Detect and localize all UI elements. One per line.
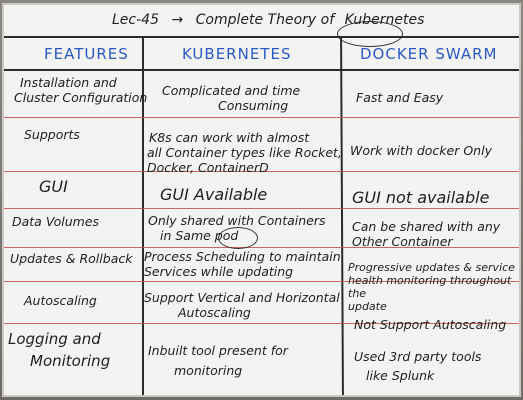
row6-kubernetes: Support Vertical and Horizontal Autoscal… (144, 290, 340, 320)
row3-k8s-line1: GUI Available (160, 185, 268, 204)
row7-feature-line2: Monitoring (30, 352, 111, 370)
row-separator (4, 117, 519, 119)
row5-swarm-line1: Progressive updates & service (348, 261, 515, 274)
row7-k8s-line1: Inbuilt tool present for (148, 343, 288, 358)
row5-feature-line1: Updates & Rollback (10, 251, 133, 266)
row3-swarm-line1: GUI not available (352, 188, 490, 207)
row5-k8s-line1: Process Scheduling to maintain (144, 249, 341, 264)
row2-k8s-line2: all Container types like Rocket, (147, 145, 342, 160)
row6-k8s-line1: Support Vertical and Horizontal (144, 290, 340, 305)
row7-k8s-line2: monitoring (174, 363, 243, 378)
header-bottom-line (4, 69, 519, 71)
row5-swarm-line3: update (348, 300, 387, 313)
row1-k8s-line2: Consuming (218, 98, 289, 113)
row7-swarm-line1: Used 3rd party tools (354, 349, 482, 364)
row3-feature: GUI (39, 177, 68, 196)
row4-swarm: Can be shared with any Other Container (352, 219, 500, 249)
row1-feature-line2: Cluster Configuration (14, 90, 148, 105)
row3-swarm: GUI not available (352, 188, 490, 207)
row5-swarm: Progressive updates & service health mon… (348, 261, 519, 313)
row3-kubernetes: GUI Available (160, 185, 268, 204)
title-text: Complete Theory of (195, 12, 335, 28)
header-docker-swarm: DOCKER SWARM (360, 45, 498, 63)
row5-swarm-line2: health monitoring throughout the (348, 274, 512, 300)
title-arrow: → (171, 12, 184, 28)
row4-swarm-line1: Can be shared with any (352, 219, 501, 234)
row7-feature-line1: Logging and (8, 330, 101, 348)
row5-feature: Updates & Rollback (10, 251, 132, 266)
row1-k8s-line1: Complicated and time (162, 83, 301, 98)
row7-feature: Logging and Monitoring (8, 328, 110, 372)
kubernetes-circle-mark (337, 21, 403, 47)
row6-feature-line1: Autoscaling (24, 293, 97, 308)
row3-feature-line1: GUI (39, 177, 68, 196)
row2-feature-line1: Supports (24, 127, 80, 142)
row6-swarm: Not Support Autoscaling (354, 317, 506, 332)
title-lecture: Lec-45 (112, 12, 159, 28)
row5-kubernetes: Process Scheduling to maintain Services … (144, 249, 341, 279)
row4-swarm-line2: Other Container (352, 234, 453, 249)
row1-kubernetes: Complicated and time Consuming (162, 83, 300, 113)
header-features: FEATURES (44, 45, 129, 63)
row2-kubernetes: K8s can work with almost all Container t… (147, 130, 342, 175)
row7-swarm-line2: like Splunk (366, 368, 435, 383)
row2-swarm: Work with docker Only (350, 143, 492, 158)
row7-kubernetes: Inbuilt tool present for monitoring (148, 341, 288, 381)
row7-swarm: Used 3rd party tools like Splunk (354, 347, 481, 385)
whiteboard: Lec-45 → Complete Theory of Kubernetes F… (2, 3, 521, 397)
row2-k8s-line3: Docker, ContainerD (147, 160, 269, 175)
row2-k8s-line1: K8s can work with almost (149, 130, 310, 145)
row1-feature-line1: Installation and (20, 75, 117, 90)
row4-feature: Data Volumes (12, 214, 99, 229)
row2-swarm-line1: Work with docker Only (350, 143, 492, 158)
pod-circle-mark (218, 227, 258, 249)
header-kubernetes: KUBERNETES (182, 45, 292, 63)
row1-swarm: Fast and Easy (356, 90, 443, 105)
row6-swarm-line1: Not Support Autoscaling (354, 317, 507, 332)
column-divider-2 (340, 35, 344, 395)
row6-k8s-line2: Autoscaling (178, 305, 251, 320)
row1-feature: Installation and Cluster Configuration (14, 75, 147, 105)
row1-swarm-line1: Fast and Easy (356, 90, 444, 105)
row-separator (4, 208, 519, 210)
row2-feature: Supports (24, 127, 80, 142)
row4-k8s-line1: Only shared with Containers (148, 213, 326, 228)
row4-feature-line1: Data Volumes (12, 214, 100, 229)
row6-feature: Autoscaling (24, 293, 97, 308)
table-top-line (4, 36, 519, 38)
row5-k8s-line2: Services while updating (144, 264, 294, 279)
